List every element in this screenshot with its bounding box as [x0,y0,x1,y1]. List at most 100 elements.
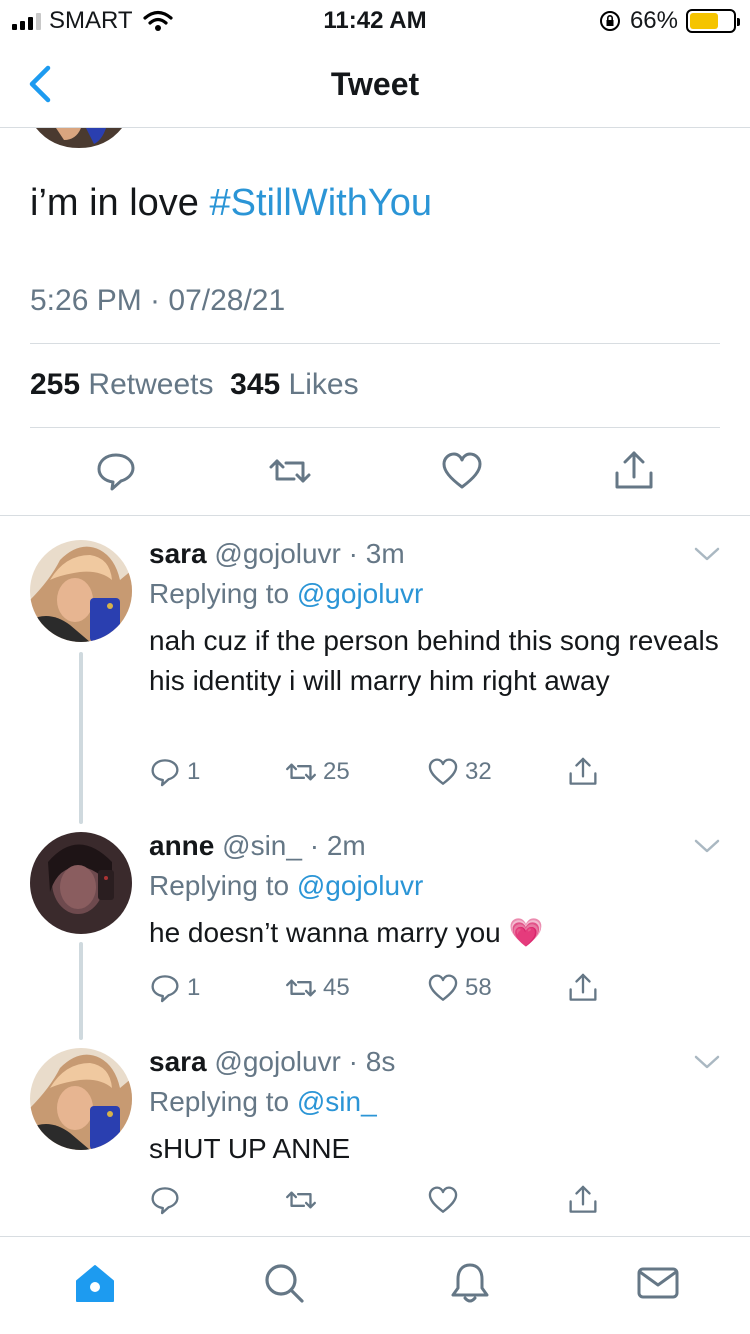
search-icon[interactable] [262,1261,306,1305]
reply-icon[interactable] [94,449,138,493]
user-handle[interactable]: @gojoluvr [214,538,340,569]
avatar-image [30,1048,132,1150]
replying-to: Replying to @gojoluvr [149,870,423,902]
reply-actions: 1 45 58 [149,972,629,1008]
tweet-stats: 255 Retweets 345 Likes [30,368,359,402]
user-handle[interactable]: @gojoluvr [214,1046,340,1077]
section-divider [0,515,750,516]
retweets-count[interactable]: 255 [30,368,80,401]
divider [30,427,720,428]
share-icon[interactable] [612,449,656,493]
display-name[interactable]: anne [149,830,214,861]
author-avatar-clipped[interactable] [36,128,122,148]
replying-to: Replying to @gojoluvr [149,578,423,610]
retweet-count: 25 [323,758,350,785]
share-icon[interactable] [567,972,599,1004]
retweet-action[interactable]: 45 [285,972,350,1004]
reply-action[interactable]: 1 [149,972,200,1004]
battery-icon [686,9,740,33]
tweet-text: i’m in love #StillWithYou [30,182,432,225]
like-icon[interactable] [427,972,459,1004]
tweet-hashtag[interactable]: #StillWithYou [210,182,433,224]
reply-icon[interactable] [149,972,181,1004]
retweet-count: 45 [323,974,350,1001]
tweet-body: i’m in love [30,182,210,224]
reply-text: he doesn’t wanna marry you 💗 [149,917,544,948]
like-count: 32 [465,758,492,785]
thread-line [79,652,83,824]
avatar[interactable] [30,540,132,642]
avatar[interactable] [30,832,132,934]
reply-icon[interactable] [149,756,181,788]
share-action[interactable] [567,1184,599,1216]
like-action[interactable] [427,1184,465,1216]
like-count: 58 [465,974,492,1001]
divider [30,343,720,344]
reply-header: sara @gojoluvr · 3m [149,538,405,570]
tab-bar [0,1236,750,1334]
user-handle[interactable]: @sin_ [222,830,302,861]
retweet-action[interactable]: 25 [285,756,350,788]
like-icon[interactable] [427,756,459,788]
retweet-icon[interactable] [285,756,317,788]
reply-action[interactable]: 1 [149,756,200,788]
home-icon[interactable] [73,1261,117,1305]
reply-header: sara @gojoluvr · 8s [149,1046,395,1078]
likes-count[interactable]: 345 [230,368,280,401]
reply-actions: 1 25 32 [149,756,629,792]
avatar-image [30,832,132,934]
reply-count: 1 [187,974,201,1001]
like-icon[interactable] [427,1184,459,1216]
like-action[interactable]: 32 [427,756,492,788]
notifications-icon[interactable] [448,1261,492,1305]
reply-icon[interactable] [149,1184,181,1216]
replying-label: Replying to [149,1086,297,1117]
share-icon[interactable] [567,756,599,788]
retweet-action[interactable] [285,1184,323,1216]
replying-label: Replying to [149,578,297,609]
retweets-label[interactable]: Retweets [88,368,213,401]
tweet-timestamp: 5:26 PM · 07/28/21 [30,284,286,317]
orientation-lock-icon [599,11,620,31]
chevron-down-icon[interactable] [694,838,720,854]
status-bar: SMART 11:42 AM 66% [0,0,750,40]
reply-time: · 8s [340,1046,396,1077]
replying-handle[interactable]: @sin_ [297,1086,377,1117]
display-name[interactable]: sara [149,1046,207,1077]
chevron-down-icon[interactable] [694,546,720,562]
share-icon[interactable] [567,1184,599,1216]
battery-percent: 66% [629,7,678,34]
thread-line [79,942,83,1040]
replying-handle[interactable]: @gojoluvr [297,578,423,609]
reply-action[interactable] [149,1184,187,1216]
retweet-icon[interactable] [285,1184,317,1216]
messages-icon[interactable] [636,1261,680,1305]
reply-text: sHUT UP ANNE [149,1133,351,1164]
like-action[interactable]: 58 [427,972,492,1004]
likes-label[interactable]: Likes [289,368,359,401]
reply-time: · 3m [340,538,405,569]
reply-actions [149,1184,629,1220]
like-icon[interactable] [440,449,484,493]
share-action[interactable] [567,756,599,788]
status-right: 66% [598,7,740,35]
avatar-image [30,540,132,642]
page-title: Tweet [330,66,420,102]
reply-time: · 2m [301,830,366,861]
share-action[interactable] [567,972,599,1004]
avatar[interactable] [30,1048,132,1150]
author-name-clipped [170,128,220,132]
chevron-down-icon[interactable] [694,1054,720,1070]
author-avatar-image [36,128,122,148]
reply-header: anne @sin_ · 2m [149,830,366,862]
replying-label: Replying to [149,870,297,901]
replying-to: Replying to @sin_ [149,1086,377,1118]
replying-handle[interactable]: @gojoluvr [297,870,423,901]
tweet-actions [0,445,750,505]
retweet-icon[interactable] [285,972,317,1004]
reply-text: nah cuz if the person behind this song r… [149,625,719,696]
retweet-icon[interactable] [268,449,312,493]
reply-count: 1 [187,758,201,785]
battery-fill [690,13,718,29]
display-name[interactable]: sara [149,538,207,569]
